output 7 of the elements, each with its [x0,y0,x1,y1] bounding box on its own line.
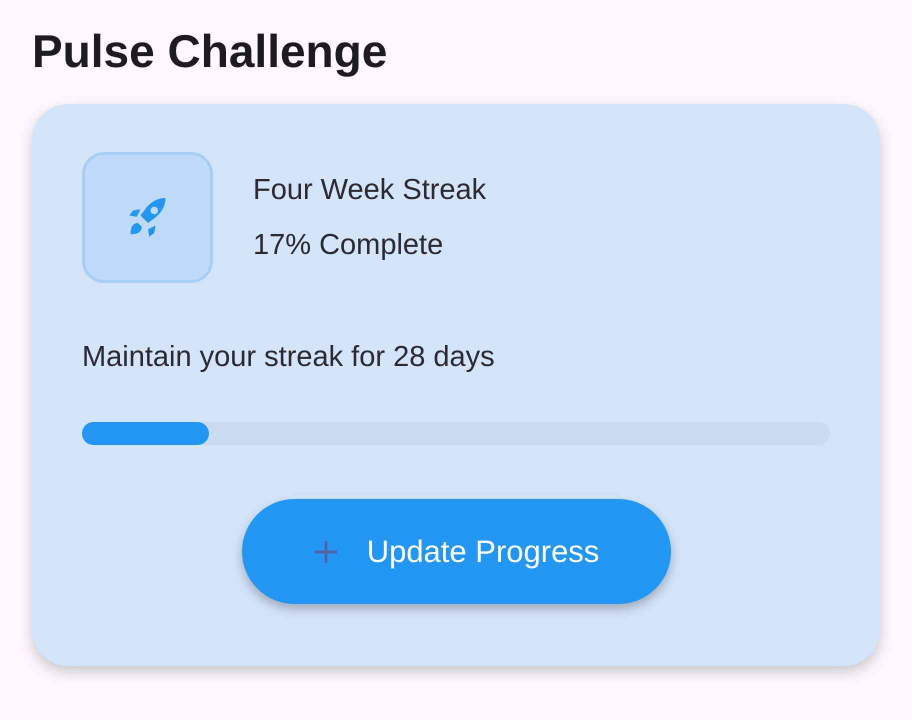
plus-icon [312,538,339,564]
rocket-icon [82,152,213,283]
completion-status: 17% Complete [253,228,444,262]
update-progress-button[interactable]: Update Progress [242,499,670,604]
challenge-name: Four Week Streak [253,174,486,206]
page-title: Pulse Challenge [32,24,388,79]
challenge-description: Maintain your streak for 28 days [82,341,496,374]
